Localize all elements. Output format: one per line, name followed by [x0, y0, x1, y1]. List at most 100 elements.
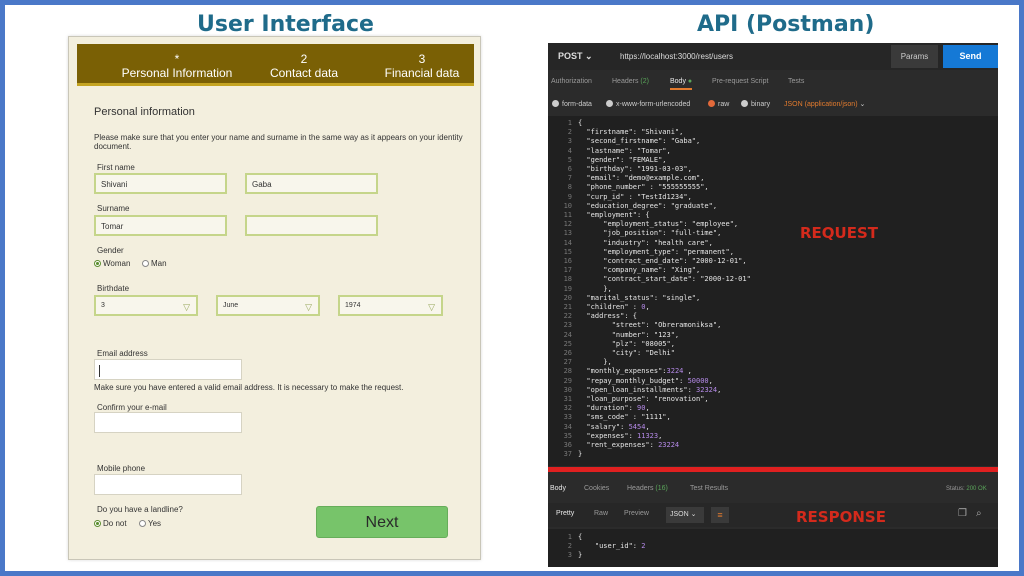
chevron-down-icon: ▽	[305, 302, 312, 312]
line-number: 26	[563, 349, 572, 357]
tab-authorization[interactable]: Authorization	[551, 78, 592, 85]
response-tab-headers[interactable]: Headers (16)	[627, 485, 668, 492]
line-number: 19	[563, 284, 572, 293]
tab-headers[interactable]: Headers (2)	[612, 78, 649, 85]
line-number: 12	[563, 220, 572, 229]
birth-day-select[interactable]: 3 ▽	[94, 295, 198, 316]
send-button[interactable]: Send	[943, 45, 998, 68]
first-name-input[interactable]: Shivani	[94, 173, 227, 194]
line-number: 21	[563, 303, 572, 311]
chevron-down-icon: ▽	[428, 302, 435, 312]
code-text: "contract_end_date": "2000-12-01",	[578, 257, 747, 265]
code-text: "birthday": "1991-03-03",	[578, 165, 692, 173]
code-text: "second_firstname": "Gaba",	[578, 137, 701, 146]
second-name-input[interactable]: Gaba	[245, 173, 378, 194]
landline-yes-radio[interactable]: Yes	[139, 519, 161, 528]
line-number: 34	[563, 422, 572, 431]
step-contact-data[interactable]: 2 Contact data	[259, 52, 349, 80]
surname-input[interactable]: Tomar	[94, 215, 227, 236]
code-text: "company_name": "Xing",	[578, 266, 701, 275]
code-text: "plz": "08005",	[578, 339, 675, 348]
code-text: "contract_start_date": "2000-12-01"	[578, 275, 751, 284]
code-text: "city": "Delhi"	[578, 349, 675, 357]
mobile-phone-input[interactable]	[94, 474, 242, 495]
pretty-view-button[interactable]: Pretty	[556, 510, 574, 517]
code-text: "marital_status": "single",	[578, 293, 701, 302]
line-number: 18	[563, 275, 572, 284]
preview-view-button[interactable]: Preview	[624, 510, 649, 517]
tab-body[interactable]: Body ●	[670, 78, 693, 90]
pane-divider[interactable]	[548, 467, 998, 472]
radio-label: Woman	[103, 259, 131, 268]
request-body-editor[interactable]: 1 {2 "firstname": "Shivani", 3 "second_fir…	[548, 116, 998, 466]
line-number: 25	[563, 339, 572, 348]
select-value: 1974	[345, 302, 361, 309]
params-button[interactable]: Params	[891, 45, 938, 68]
wrap-lines-icon[interactable]: ≡	[711, 507, 729, 523]
tab-pre-request-script[interactable]: Pre-request Script	[712, 78, 768, 85]
line-number: 8	[567, 183, 572, 192]
code-text: {	[578, 119, 583, 127]
line-number: 37	[563, 450, 572, 459]
select-value: 3	[101, 302, 105, 309]
radio-label: Do not	[103, 519, 127, 528]
code-text: "lastname": "Tomar",	[578, 146, 671, 155]
response-tabs: Body Cookies Headers (16) Test Results S…	[548, 481, 998, 497]
code-text: "rent_expenses": 23224	[578, 441, 680, 449]
code-text: "employment": {	[578, 211, 650, 219]
radio-label: Yes	[148, 519, 162, 528]
line-number: 22	[563, 312, 572, 321]
option-label: raw	[718, 101, 730, 108]
next-button[interactable]: Next	[316, 506, 448, 538]
response-format-select[interactable]: JSON ⌄	[666, 507, 704, 523]
option-label: binary	[751, 101, 771, 108]
second-surname-input[interactable]	[245, 215, 378, 236]
url-input[interactable]: https://localhost:3000/rest/users	[620, 52, 733, 61]
birth-month-select[interactable]: June ▽	[216, 295, 320, 316]
line-number: 23	[563, 321, 572, 330]
raw-radio[interactable]: raw	[708, 100, 729, 108]
code-text: "email": "demo@example.com",	[578, 174, 705, 183]
gender-woman-radio[interactable]: Woman	[94, 259, 130, 268]
radio-selected-icon	[708, 100, 715, 107]
mobile-phone-label: Mobile phone	[97, 464, 146, 473]
copy-icon[interactable]: ❐	[958, 508, 967, 519]
code-text: }	[578, 450, 583, 459]
line-number: 9	[567, 192, 572, 201]
response-tab-cookies[interactable]: Cookies	[584, 485, 609, 492]
line-number: 16	[563, 257, 572, 265]
method-select[interactable]: POST ⌄	[558, 51, 593, 62]
email-input[interactable]	[94, 359, 242, 380]
response-tab-body[interactable]: Body	[550, 485, 566, 492]
code-text: "street": "Obreramoniksa",	[578, 321, 722, 330]
step-label: Personal Information	[121, 66, 233, 80]
landline-no-radio[interactable]: Do not	[94, 519, 127, 528]
option-label: x-www-form-urlencoded	[616, 101, 691, 108]
code-text: "salary": 5454,	[578, 422, 650, 431]
radio-icon	[139, 520, 146, 527]
radio-selected-icon	[94, 520, 101, 527]
step-financial-data[interactable]: 3 Financial data	[377, 52, 467, 80]
radio-selected-icon	[94, 260, 101, 267]
tab-tests[interactable]: Tests	[788, 78, 804, 85]
landline-label: Do you have a landline?	[97, 505, 183, 514]
content-type-select[interactable]: JSON (application/json) ⌄	[784, 100, 865, 108]
step-label: Financial data	[384, 66, 460, 80]
raw-view-button[interactable]: Raw	[594, 510, 608, 517]
gender-man-radio[interactable]: Man	[142, 259, 167, 268]
code-text: "curp_id" : "TestId1234",	[578, 192, 692, 201]
code-text: "duration": 90,	[578, 404, 650, 413]
form-data-radio[interactable]: form-data	[552, 100, 592, 108]
code-text: "user_id": 2	[578, 542, 646, 551]
step-personal-information[interactable]: * Personal Information	[117, 52, 237, 80]
search-icon[interactable]: ⌕	[976, 508, 982, 519]
line-number: 14	[563, 238, 572, 247]
binary-radio[interactable]: binary	[741, 100, 770, 108]
birth-year-select[interactable]: 1974 ▽	[338, 295, 443, 316]
line-number: 27	[563, 358, 572, 367]
response-tab-test-results[interactable]: Test Results	[690, 485, 728, 492]
request-tabs: Authorization Headers (2) Body ● Pre-req…	[548, 74, 998, 92]
confirm-email-input[interactable]	[94, 412, 242, 433]
urlencoded-radio[interactable]: x-www-form-urlencoded	[606, 100, 690, 108]
code-text: "number": "123",	[578, 330, 680, 339]
